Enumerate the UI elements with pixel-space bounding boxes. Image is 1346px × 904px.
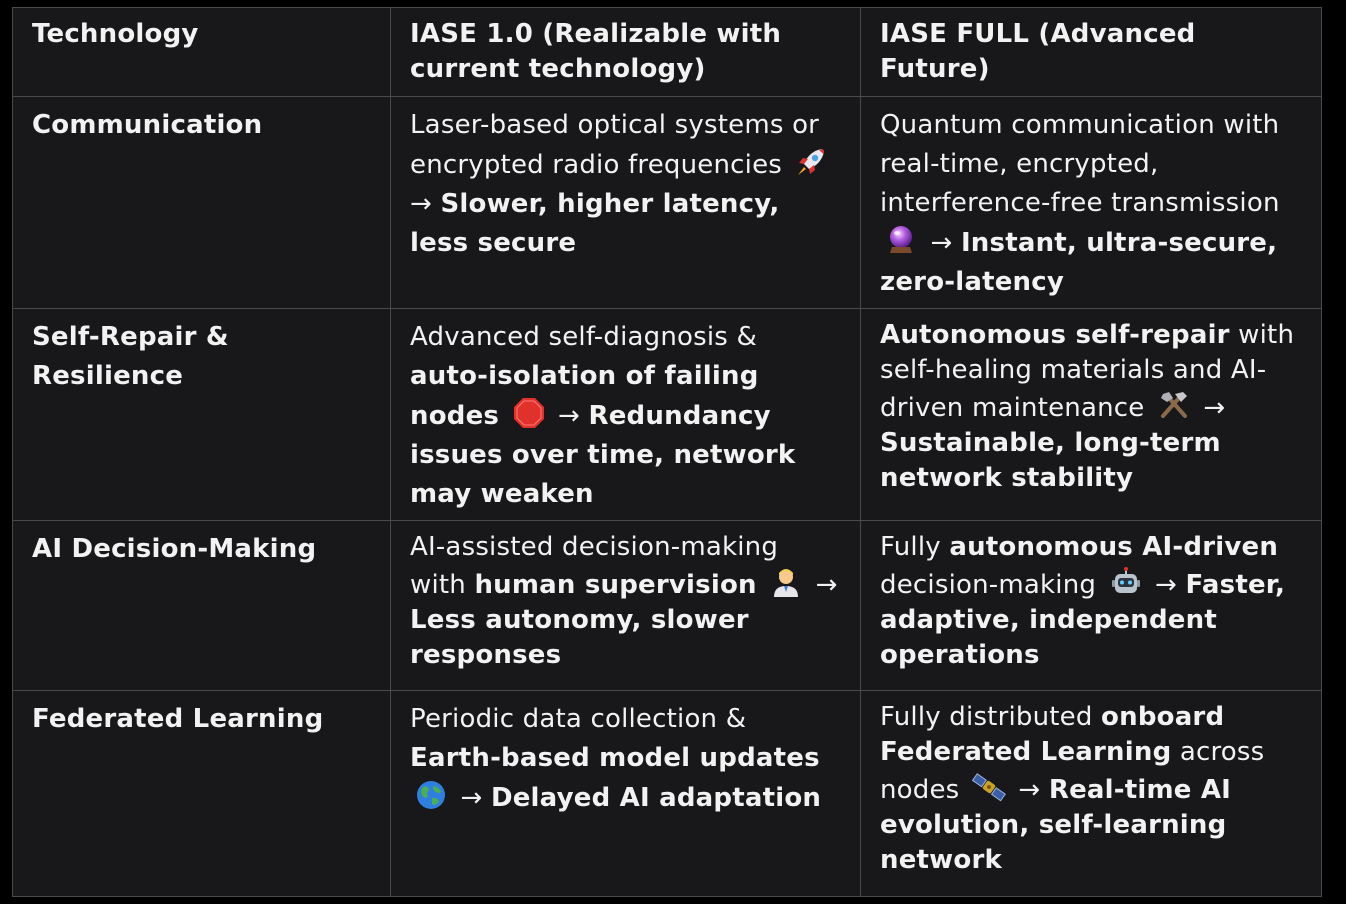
- cell-highlight: human supervision: [474, 570, 757, 600]
- header-row: Technology IASE 1.0 (Realizable with cur…: [12, 7, 1322, 97]
- cell-text: decision-making: [880, 570, 1097, 600]
- cell-text: Quantum communication with real-time, en…: [880, 110, 1280, 218]
- cell-text: Periodic data collection &: [410, 704, 747, 734]
- header-iase-full: IASE FULL (Advanced Future): [860, 7, 1322, 97]
- cell-federated-full: Fully distributed onboard Federated Lear…: [860, 690, 1322, 897]
- cell-ai-decision-full: Fully autonomous AI-driven decision-maki…: [860, 520, 1322, 691]
- globe-icon: [417, 781, 445, 809]
- row-label-self-repair: Self-Repair & Resilience: [12, 308, 391, 521]
- stop-sign-icon: [513, 398, 544, 428]
- robot-icon: [1111, 567, 1140, 593]
- arrow-glyph: →: [815, 570, 838, 600]
- comparison-table-container: Technology IASE 1.0 (Realizable with cur…: [12, 7, 1322, 897]
- table-row: Self-Repair & Resilience Advanced self-d…: [12, 308, 1322, 521]
- cell-highlight: Earth-based model updates: [410, 743, 820, 773]
- cell-text-lead: Fully: [880, 532, 941, 562]
- row-label-federated: Federated Learning: [12, 690, 391, 897]
- table-row: AI Decision-Making AI-assisted decision-…: [12, 520, 1322, 691]
- arrow-glyph: →: [558, 401, 581, 431]
- cell-highlight: autonomous AI-driven: [949, 532, 1279, 562]
- cell-communication-full: Quantum communication with real-time, en…: [860, 96, 1322, 309]
- arrow-glyph: →: [1018, 775, 1041, 805]
- cell-self-repair-full: Autonomous self-repair with self-healing…: [860, 308, 1322, 521]
- row-label-ai-decision: AI Decision-Making: [12, 520, 391, 691]
- cell-text: Advanced self-diagnosis &: [410, 322, 757, 352]
- cell-text: Laser-based optical systems or encrypted…: [410, 110, 820, 180]
- cell-outcome: Less autonomy, slower responses: [410, 605, 749, 670]
- cell-ai-decision-v1: AI-assisted decision-making with human s…: [390, 520, 861, 691]
- cell-highlight: Autonomous self-repair: [880, 320, 1230, 350]
- cell-outcome: Delayed AI adaptation: [490, 783, 822, 813]
- comparison-table: Technology IASE 1.0 (Realizable with cur…: [12, 7, 1322, 897]
- arrow-glyph: →: [1155, 570, 1178, 600]
- cell-self-repair-v1: Advanced self-diagnosis & auto-isolation…: [390, 308, 861, 521]
- header-technology: Technology: [12, 7, 391, 97]
- cell-communication-v1: Laser-based optical systems or encrypted…: [390, 96, 861, 309]
- rocket-icon: [798, 149, 825, 175]
- crystal-ball-icon: [890, 226, 912, 253]
- table-row: Communication Laser-based optical system…: [12, 96, 1322, 309]
- arrow-glyph: →: [410, 189, 432, 219]
- header-iase-1: IASE 1.0 (Realizable with current techno…: [390, 7, 861, 97]
- row-label-communication: Communication: [12, 96, 391, 309]
- tools-icon: [1160, 392, 1187, 418]
- cell-outcome: Sustainable, long-term network stability: [880, 428, 1221, 493]
- table-row: Federated Learning Periodic data collect…: [12, 690, 1322, 897]
- arrow-glyph: →: [460, 783, 483, 813]
- cell-text-lead: Fully distributed: [880, 702, 1093, 732]
- cell-outcome: Slower, higher latency, less secure: [410, 189, 780, 258]
- satellite-icon: [971, 773, 1006, 802]
- person-icon: [774, 569, 799, 597]
- arrow-glyph: →: [1203, 393, 1226, 423]
- cell-federated-v1: Periodic data collection & Earth-based m…: [390, 690, 861, 897]
- arrow-glyph: →: [930, 228, 953, 258]
